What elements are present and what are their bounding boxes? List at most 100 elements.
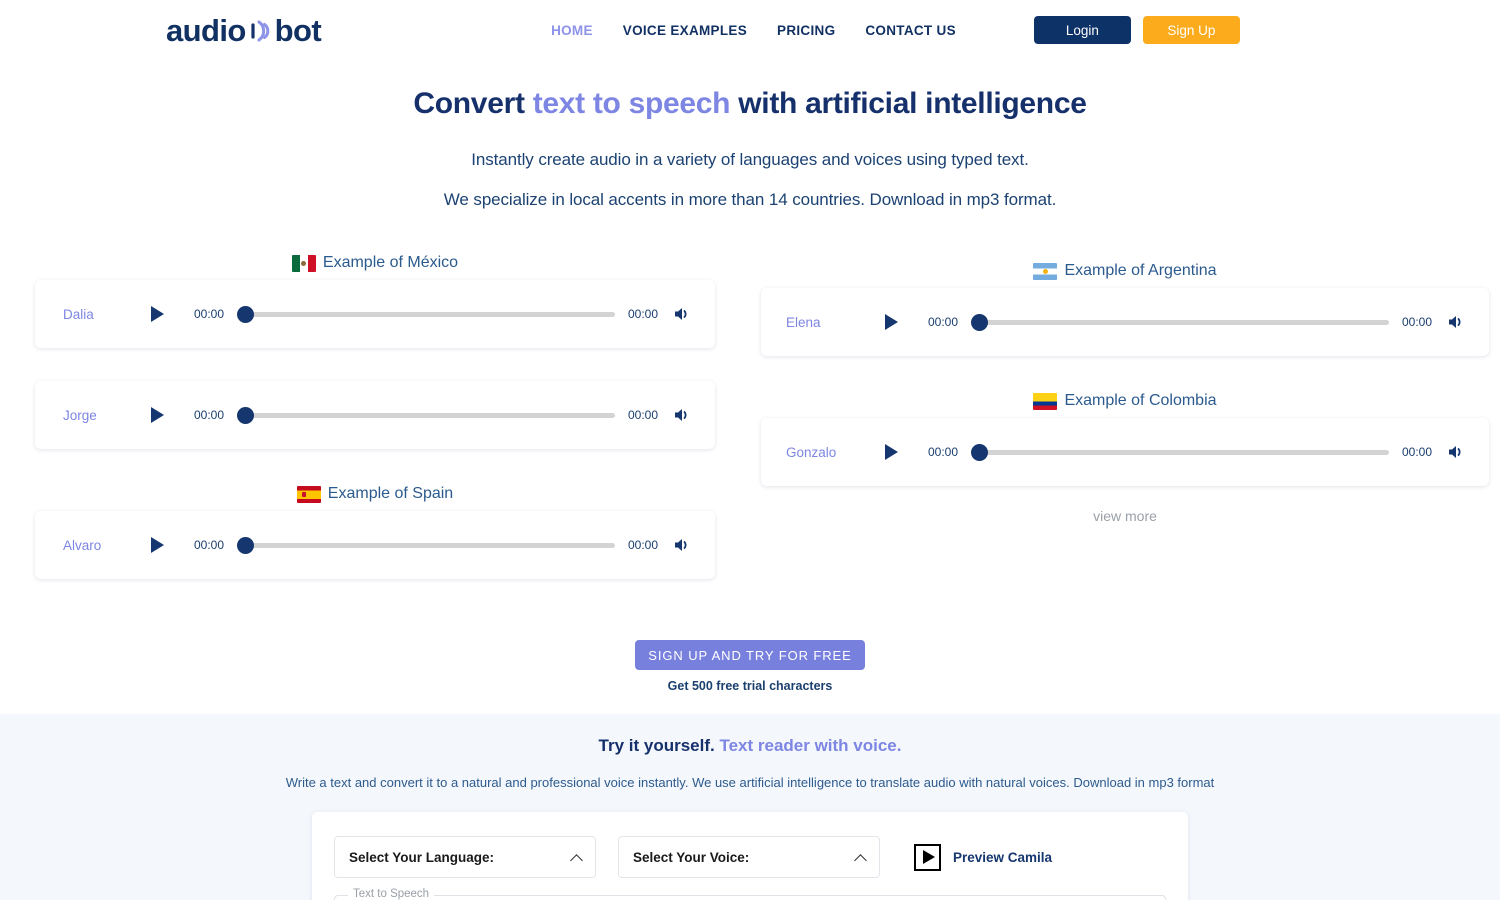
slider-thumb[interactable] <box>237 406 254 424</box>
try-description: Write a text and convert it to a natural… <box>285 775 1215 790</box>
voice-select[interactable]: Select Your Voice: <box>618 836 880 878</box>
play-button[interactable] <box>879 314 903 330</box>
preview-play-button[interactable] <box>914 843 941 871</box>
mexico-flag-icon <box>291 254 316 272</box>
play-icon <box>884 444 898 460</box>
progress-slider[interactable] <box>237 406 615 424</box>
volume-button[interactable] <box>671 534 693 556</box>
nav-item-pricing[interactable]: PRICING <box>777 23 835 38</box>
play-button[interactable] <box>145 537 169 553</box>
login-button[interactable]: Login <box>1033 16 1131 44</box>
example-title-text: Example of Spain <box>327 485 454 502</box>
play-icon <box>884 314 898 330</box>
play-icon <box>922 850 935 864</box>
examples-column-left: Example of México Dalia 00:00 00:00 Jorg… <box>35 254 715 579</box>
slider-track <box>979 449 1389 455</box>
volume-button[interactable] <box>671 303 693 325</box>
volume-button[interactable] <box>671 404 693 426</box>
example-heading-colombia: Example of Colombia <box>761 392 1489 410</box>
play-button[interactable] <box>145 407 169 423</box>
example-heading-argentina: Example of Argentina <box>761 262 1489 280</box>
auth-buttons: Login Sign Up <box>1033 16 1240 44</box>
slider-track <box>245 412 615 418</box>
cta-subtext: Get 500 free trial characters <box>667 679 833 693</box>
voice-name: Jorge <box>63 407 97 423</box>
logo-text-secondary: bot <box>274 12 322 48</box>
example-heading-spain: Example of Spain <box>35 485 715 503</box>
text-to-speech-legend: Text to Speech <box>348 888 435 900</box>
slider-thumb[interactable] <box>971 313 988 331</box>
example-title-text: Example of México <box>322 254 459 271</box>
spain-flag-icon <box>296 485 321 503</box>
nav-item-contact-us[interactable]: CONTACT US <box>865 23 956 38</box>
view-more-link[interactable]: view more <box>761 508 1489 524</box>
voice-name: Alvaro <box>63 537 102 553</box>
language-select[interactable]: Select Your Language: <box>334 836 596 878</box>
slider-thumb[interactable] <box>237 536 254 554</box>
voice-select-label: Select Your Voice: <box>633 849 750 865</box>
audio-player-elena: Elena 00:00 00:00 <box>761 288 1489 356</box>
nav-item-voice-examples[interactable]: VOICE EXAMPLES <box>623 23 747 38</box>
current-time: 00:00 <box>193 538 225 552</box>
voice-examples-section: Example of México Dalia 00:00 00:00 Jorg… <box>0 254 1500 584</box>
duration: 00:00 <box>627 307 659 321</box>
example-heading-mexico: Example of México <box>35 254 715 272</box>
volume-icon <box>675 308 687 320</box>
text-to-speech-input[interactable] <box>335 896 1165 900</box>
slider-track <box>245 542 615 548</box>
page-title: Convert text to speech with artificial i… <box>0 86 1500 122</box>
progress-slider[interactable] <box>971 443 1389 461</box>
hero-title-accent: text to speech <box>532 87 731 120</box>
play-button[interactable] <box>879 444 903 460</box>
volume-icon <box>675 539 687 551</box>
audio-player-alvaro: Alvaro 00:00 00:00 <box>35 511 715 579</box>
slider-thumb[interactable] <box>971 443 988 461</box>
slider-track <box>979 319 1389 325</box>
tts-form-card: Select Your Language: Select Your Voice:… <box>312 812 1188 900</box>
current-time: 00:00 <box>193 408 225 422</box>
current-time: 00:00 <box>927 445 959 459</box>
preview-voice-group: Preview Camila <box>914 843 1052 871</box>
hero-subtitle-2: We specialize in local accents in more t… <box>443 190 1057 209</box>
argentina-flag-icon <box>1033 262 1058 280</box>
example-title-text: Example of Argentina <box>1064 262 1217 279</box>
progress-slider[interactable] <box>237 536 615 554</box>
voice-name: Elena <box>786 314 821 330</box>
signup-try-free-button[interactable]: SIGN UP AND TRY FOR FREE <box>635 640 865 670</box>
language-select-label: Select Your Language: <box>349 849 495 865</box>
hero-subtitle-1: Instantly create audio in a variety of l… <box>471 150 1029 169</box>
chevron-up-icon <box>570 853 583 867</box>
hero-title-part2: with artificial intelligence <box>730 87 1087 120</box>
play-icon <box>150 306 164 322</box>
audio-player-gonzalo: Gonzalo 00:00 00:00 <box>761 418 1489 486</box>
logo[interactable]: audio bot <box>166 12 322 48</box>
play-button[interactable] <box>145 306 169 322</box>
volume-button[interactable] <box>1445 441 1467 463</box>
current-time: 00:00 <box>193 307 225 321</box>
progress-slider[interactable] <box>971 313 1389 331</box>
main-nav: HOME VOICE EXAMPLES PRICING CONTACT US <box>551 23 956 38</box>
hero-section: Convert text to speech with artificial i… <box>0 60 1500 210</box>
nav-item-home[interactable]: HOME <box>551 23 593 38</box>
progress-slider[interactable] <box>237 305 615 323</box>
cta-section: SIGN UP AND TRY FOR FREE Get 500 free tr… <box>0 640 1500 693</box>
play-icon <box>150 537 164 553</box>
slider-track <box>245 311 615 317</box>
signup-button[interactable]: Sign Up <box>1142 16 1240 44</box>
audio-player-jorge: Jorge 00:00 00:00 <box>35 381 715 449</box>
tts-form-controls-row: Select Your Language: Select Your Voice:… <box>334 836 1166 878</box>
volume-icon <box>675 409 687 421</box>
try-title: Try it yourself. Text reader with voice. <box>0 736 1500 756</box>
current-time: 00:00 <box>927 315 959 329</box>
hero-title-part1: Convert <box>413 87 533 120</box>
volume-icon <box>1449 316 1461 328</box>
volume-button[interactable] <box>1445 311 1467 333</box>
text-to-speech-field-wrapper: Text to Speech <box>334 888 1166 900</box>
play-icon <box>150 407 164 423</box>
chevron-up-icon <box>854 853 867 867</box>
volume-icon <box>1449 446 1461 458</box>
slider-thumb[interactable] <box>237 305 254 323</box>
audio-player-dalia: Dalia 00:00 00:00 <box>35 280 715 348</box>
voice-name: Dalia <box>63 306 94 322</box>
site-header: audio bot HOME VOICE EXAMPLES PRICING CO… <box>0 0 1500 60</box>
